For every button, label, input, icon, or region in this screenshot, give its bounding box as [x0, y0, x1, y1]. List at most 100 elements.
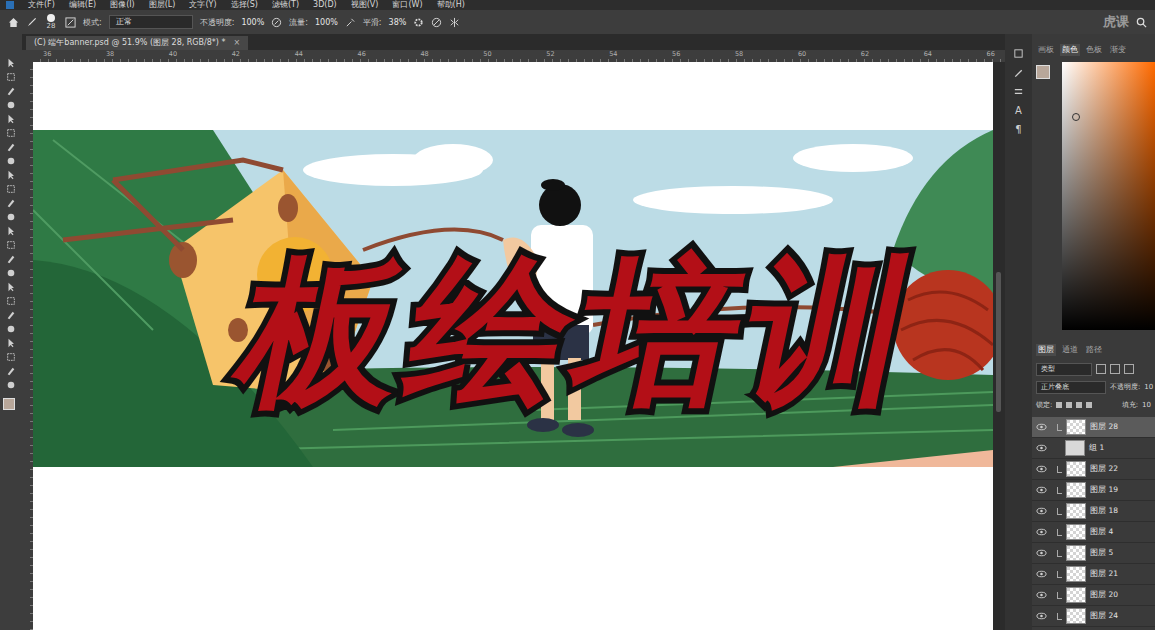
panel-tab[interactable]: 渐变 [1108, 44, 1128, 56]
filter-icon[interactable] [1110, 364, 1120, 374]
panel-icon[interactable] [1013, 86, 1024, 97]
panel-tab[interactable]: 通道 [1060, 344, 1080, 356]
layer-row[interactable]: 组 1 [1032, 438, 1155, 459]
panel-tab[interactable]: 图层 [1036, 344, 1056, 356]
tool-icon[interactable] [6, 296, 16, 306]
scroll-thumb[interactable] [996, 272, 1001, 412]
eye-icon[interactable] [1036, 549, 1047, 557]
lock-icon[interactable] [1076, 402, 1082, 408]
tool-icon[interactable] [6, 212, 16, 222]
tool-icon[interactable] [6, 72, 16, 82]
blend-mode-dropdown[interactable]: 正片叠底 [1036, 381, 1106, 394]
document-tab[interactable]: (C) 端午banner.psd @ 51.9% (图层 28, RGB/8*)… [26, 36, 248, 50]
opacity-value[interactable]: 10 [1144, 383, 1153, 392]
lock-icon[interactable] [1066, 402, 1072, 408]
tool-icon[interactable] [6, 114, 16, 124]
tool-icon[interactable] [6, 254, 16, 264]
eye-icon[interactable] [1036, 507, 1047, 515]
foreground-swatch[interactable] [1036, 65, 1050, 79]
panel-icon[interactable] [1013, 67, 1024, 78]
search-icon[interactable] [1136, 17, 1147, 28]
brush-size-picker[interactable]: 28 [44, 14, 58, 31]
color-swatches[interactable] [3, 398, 19, 414]
menu-item[interactable]: 图像(I) [110, 0, 135, 10]
layer-row[interactable]: 图层 22 [1032, 459, 1155, 480]
layer-row[interactable]: 图层 21 [1032, 564, 1155, 585]
opacity-value[interactable]: 100% [241, 18, 264, 27]
menu-item[interactable]: 3D(D) [313, 0, 337, 10]
home-icon[interactable] [8, 17, 19, 28]
tool-icon[interactable] [6, 156, 16, 166]
eye-icon[interactable] [1036, 444, 1047, 452]
tool-icon[interactable] [6, 380, 16, 390]
panel-icon[interactable] [1013, 48, 1024, 59]
pressure-size-icon[interactable] [431, 17, 442, 28]
eye-icon[interactable] [1036, 486, 1047, 494]
menu-item[interactable]: 文件(F) [28, 0, 55, 10]
tool-icon[interactable] [6, 226, 16, 236]
panel-tab[interactable]: 色板 [1084, 44, 1104, 56]
menu-item[interactable]: 帮助(H) [437, 0, 465, 10]
layer-row[interactable]: 图层 28 [1032, 417, 1155, 438]
eye-icon[interactable] [1036, 612, 1047, 620]
eye-icon[interactable] [1036, 528, 1047, 536]
smoothing-value[interactable]: 38% [389, 18, 407, 27]
panel-glyph-button[interactable]: A [1015, 105, 1022, 116]
menu-item[interactable]: 滤镜(T) [272, 0, 299, 10]
layer-row[interactable]: 图层 20 [1032, 585, 1155, 606]
tool-icon[interactable] [6, 324, 16, 334]
panel-tab[interactable]: 路径 [1084, 344, 1104, 356]
tool-icon[interactable] [6, 170, 16, 180]
brush-settings-icon[interactable] [65, 17, 76, 28]
tool-icon[interactable] [6, 128, 16, 138]
filter-icon[interactable] [1124, 364, 1134, 374]
panel-glyph-button[interactable]: ¶ [1015, 124, 1021, 135]
layer-row[interactable]: 图层 24 [1032, 606, 1155, 627]
vertical-scrollbar[interactable] [993, 62, 1005, 630]
menu-item[interactable]: 编辑(E) [69, 0, 96, 10]
menu-item[interactable]: 图层(L) [149, 0, 176, 10]
menu-item[interactable]: 选择(S) [231, 0, 258, 10]
tool-icon[interactable] [6, 282, 16, 292]
brush-icon[interactable] [26, 17, 37, 28]
tool-icon[interactable] [6, 240, 16, 250]
lock-icon[interactable] [1056, 402, 1062, 408]
menu-item[interactable]: 视图(V) [351, 0, 379, 10]
tool-icon[interactable] [6, 338, 16, 348]
picker-marker-icon[interactable] [1072, 113, 1080, 121]
pressure-opacity-icon[interactable] [271, 17, 282, 28]
banner-title[interactable]: 板绘培训 [228, 252, 934, 412]
layer-row[interactable]: 图层 19 [1032, 480, 1155, 501]
menu-item[interactable]: 文字(Y) [189, 0, 216, 10]
menu-item[interactable]: 窗口(W) [392, 0, 422, 10]
layer-row[interactable]: 图层 18 [1032, 501, 1155, 522]
tool-icon[interactable] [6, 198, 16, 208]
airbrush-icon[interactable] [345, 17, 356, 28]
tool-icon[interactable] [6, 142, 16, 152]
close-tab-button[interactable]: × [234, 37, 241, 49]
eye-icon[interactable] [1036, 465, 1047, 473]
tool-icon[interactable] [6, 100, 16, 110]
eye-icon[interactable] [1036, 591, 1047, 599]
fill-value[interactable]: 10 [1142, 401, 1151, 410]
flow-value[interactable]: 100% [315, 18, 338, 27]
tool-icon[interactable] [6, 58, 16, 68]
symmetry-icon[interactable] [449, 17, 460, 28]
filter-icon[interactable] [1096, 364, 1106, 374]
eye-icon[interactable] [1036, 570, 1047, 578]
panel-tab[interactable]: 颜色 [1060, 44, 1080, 56]
layer-row[interactable]: 图层 5 [1032, 543, 1155, 564]
tool-icon[interactable] [6, 184, 16, 194]
eye-icon[interactable] [1036, 423, 1047, 431]
panel-tab[interactable]: 画板 [1036, 44, 1056, 56]
layer-filter-dropdown[interactable]: 类型 [1036, 363, 1092, 376]
mode-dropdown[interactable]: 正常 [109, 15, 193, 29]
color-picker-field[interactable] [1062, 62, 1155, 330]
tool-icon[interactable] [6, 310, 16, 320]
lock-icon[interactable] [1086, 402, 1092, 408]
tool-icon[interactable] [6, 86, 16, 96]
foreground-color[interactable] [3, 398, 15, 410]
tool-icon[interactable] [6, 366, 16, 376]
tool-icon[interactable] [6, 352, 16, 362]
document-canvas[interactable]: 板绘培训 [33, 62, 993, 630]
